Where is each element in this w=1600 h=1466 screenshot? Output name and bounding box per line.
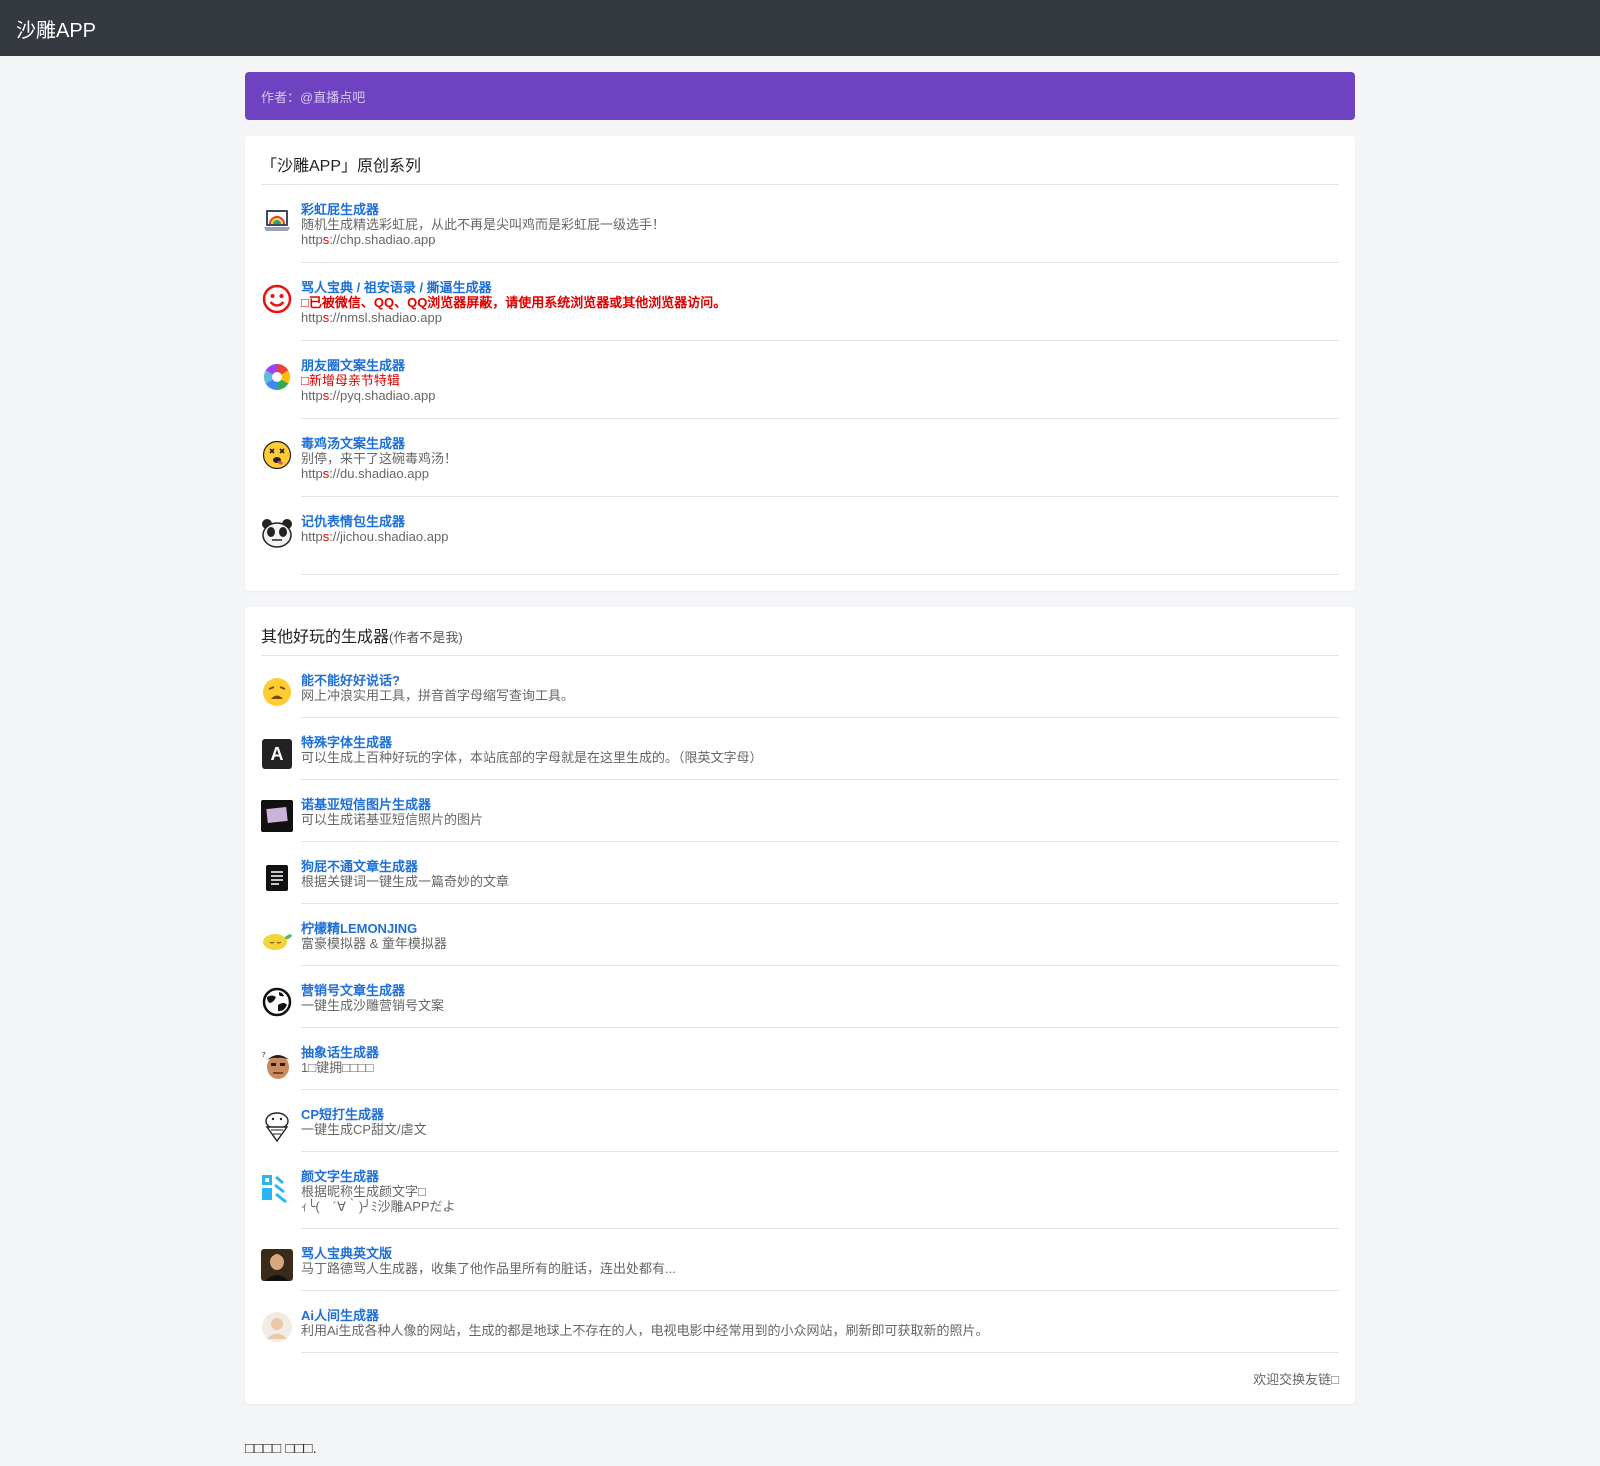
item-title-link[interactable]: 骂人宝典英文版 <box>301 1246 1339 1261</box>
list-item[interactable]: 朋友圈文案生成器 □新增母亲节特辑 https://pyq.shadiao.ap… <box>261 341 1339 419</box>
portrait-icon <box>261 1249 293 1281</box>
other-generators-card: 其他好玩的生成器(作者不是我) 能不能好好说话? 网上冲浪实用工具，拼音首字母缩… <box>245 607 1355 1404</box>
item-title-link[interactable]: 颜文字生成器 <box>301 1169 1339 1184</box>
item-title-link[interactable]: 骂人宝典 / 祖安语录 / 撕逼生成器 <box>301 280 1339 295</box>
item-url[interactable]: https://jichou.shadiao.app <box>301 529 1339 544</box>
kaomoji-icon <box>261 1172 293 1204</box>
list-item[interactable]: 记仇表情包生成器 https://jichou.shadiao.app <box>261 497 1339 575</box>
svg-text:?: ? <box>262 1051 266 1059</box>
item-title-link[interactable]: CP短打生成器 <box>301 1107 1339 1122</box>
item-description: 一键生成CP甜文/虐文 <box>301 1122 427 1137</box>
weary-face-icon <box>261 676 293 708</box>
author-banner: 作者：@直播点吧 <box>245 72 1355 120</box>
item-url[interactable]: https://nmsl.shadiao.app <box>301 310 1339 325</box>
item-description: 网上冲浪实用工具，拼音首字母缩写查询工具。 <box>301 688 575 703</box>
lemon-icon <box>261 924 293 956</box>
copyright-text: □□□□ □□□. <box>245 1440 317 1457</box>
item-title-link[interactable]: Ai人间生成器 <box>301 1308 1339 1323</box>
item-description: 马丁路德骂人生成器，收集了他作品里所有的脏话，连出处都有... <box>301 1261 676 1276</box>
item-url[interactable]: https://du.shadiao.app <box>301 466 1339 481</box>
abstract-face-icon: ? <box>261 1048 293 1080</box>
panda-face-icon <box>261 517 293 549</box>
item-description: 一键生成沙雕营销号文案 <box>301 998 445 1013</box>
dizzy-face-icon <box>261 439 293 471</box>
exchange-links-link[interactable]: 欢迎交换友链□ <box>261 1369 1339 1388</box>
item-title-link[interactable]: 诺基亚短信图片生成器 <box>301 797 1339 812</box>
list-item[interactable]: 彩虹屁生成器 随机生成精选彩虹屁，从此不再是尖叫鸡而是彩虹屁一级选手！ http… <box>261 185 1339 263</box>
title-note: (作者不是我) <box>389 630 463 645</box>
item-title-link[interactable]: 抽象话生成器 <box>301 1045 1339 1060</box>
red-smiley-icon <box>261 283 293 315</box>
item-description: □已被微信、QQ、QQ浏览器屏蔽，请使用系统浏览器或其他浏览器访问。 <box>301 295 727 310</box>
ice-cream-icon <box>261 1110 293 1142</box>
list-item[interactable]: ? 抽象话生成器 1□键拥□□□□ <box>261 1028 1339 1090</box>
item-description: 1□键拥□□□□ <box>301 1060 374 1075</box>
item-description: 根据关键词一键生成一篇奇妙的文章 <box>301 874 510 889</box>
document-icon <box>261 862 293 894</box>
item-description: 随机生成精选彩虹屁，从此不再是尖叫鸡而是彩虹屁一级选手！ <box>301 217 666 232</box>
author-text: 作者：@直播点吧 <box>261 89 366 105</box>
list-item[interactable]: 颜文字生成器 根据昵称生成颜文字□ ｨ╰( ´∀｀)╯ﾐ沙雕APPだよ <box>261 1152 1339 1229</box>
letter-a-icon: A <box>261 738 293 770</box>
nokia-screen-icon <box>261 800 293 832</box>
brand-logo-text[interactable]: 沙雕APP <box>16 14 96 43</box>
item-title-link[interactable]: 记仇表情包生成器 <box>301 514 1339 529</box>
item-url[interactable]: https://pyq.shadiao.app <box>301 388 1339 403</box>
item-title-link[interactable]: 朋友圈文案生成器 <box>301 358 1339 373</box>
item-url[interactable]: https://chp.shadiao.app <box>301 232 1339 247</box>
main-container: 作者：@直播点吧 「沙雕APP」原创系列 彩虹屁生成器 随机生成精选彩虹屁，从此… <box>245 72 1355 1457</box>
original-series-title: 「沙雕APP」原创系列 <box>261 152 1339 185</box>
aperture-icon <box>261 361 293 393</box>
item-title-link[interactable]: 彩虹屁生成器 <box>301 202 1339 217</box>
item-title-link[interactable]: 柠檬精LEMONJING <box>301 921 1339 936</box>
item-description: 可以生成诺基亚短信照片的图片 <box>301 812 484 827</box>
list-item[interactable]: 营销号文章生成器 一键生成沙雕营销号文案 <box>261 966 1339 1028</box>
list-item[interactable]: 柠檬精LEMONJING 富豪模拟器 & 童年模拟器 <box>261 904 1339 966</box>
original-series-card: 「沙雕APP」原创系列 彩虹屁生成器 随机生成精选彩虹屁，从此不再是尖叫鸡而是彩… <box>245 136 1355 591</box>
item-description: 富豪模拟器 & 童年模拟器 <box>301 936 447 951</box>
top-navbar: 沙雕APP <box>0 0 1600 56</box>
item-title-link[interactable]: 营销号文章生成器 <box>301 983 1339 998</box>
item-title-link[interactable]: 狗屁不通文章生成器 <box>301 859 1339 874</box>
item-description: 别停，来干了这碗毒鸡汤！ <box>301 451 458 466</box>
item-title-link[interactable]: 毒鸡汤文案生成器 <box>301 436 1339 451</box>
list-item[interactable]: 狗屁不通文章生成器 根据关键词一键生成一篇奇妙的文章 <box>261 842 1339 904</box>
rainbow-laptop-icon <box>261 205 293 237</box>
globe-icon <box>261 986 293 1018</box>
other-generators-title: 其他好玩的生成器(作者不是我) <box>261 623 1339 656</box>
list-item[interactable]: CP短打生成器 一键生成CP甜文/虐文 <box>261 1090 1339 1152</box>
list-item[interactable]: 能不能好好说话? 网上冲浪实用工具，拼音首字母缩写查询工具。 <box>261 656 1339 718</box>
item-description: 根据昵称生成颜文字□ <box>301 1184 426 1199</box>
list-item[interactable]: 诺基亚短信图片生成器 可以生成诺基亚短信照片的图片 <box>261 780 1339 842</box>
item-title-link[interactable]: 特殊字体生成器 <box>301 735 1339 750</box>
person-avatar-icon <box>261 1311 293 1343</box>
list-item[interactable]: 骂人宝典 / 祖安语录 / 撕逼生成器 □已被微信、QQ、QQ浏览器屏蔽，请使用… <box>261 263 1339 341</box>
item-description: □新增母亲节特辑 <box>301 373 400 388</box>
item-description: 利用Ai生成各种人像的网站，生成的都是地球上不存在的人，电视电影中经常用到的小众… <box>301 1323 989 1338</box>
list-item[interactable]: Ai人间生成器 利用Ai生成各种人像的网站，生成的都是地球上不存在的人，电视电影… <box>261 1291 1339 1353</box>
item-title-link[interactable]: 能不能好好说话? <box>301 673 1339 688</box>
list-item[interactable]: A 特殊字体生成器 可以生成上百种好玩的字体，本站底部的字母就是在这里生成的。（… <box>261 718 1339 780</box>
item-description: 可以生成上百种好玩的字体，本站底部的字母就是在这里生成的。（限英文字母） <box>301 750 763 765</box>
item-description-kaomoji: ｨ╰( ´∀｀)╯ﾐ沙雕APPだよ <box>301 1199 456 1214</box>
list-item[interactable]: 骂人宝典英文版 马丁路德骂人生成器，收集了他作品里所有的脏话，连出处都有... <box>261 1229 1339 1291</box>
list-item[interactable]: 毒鸡汤文案生成器 别停，来干了这碗毒鸡汤！ https://du.shadiao… <box>261 419 1339 497</box>
